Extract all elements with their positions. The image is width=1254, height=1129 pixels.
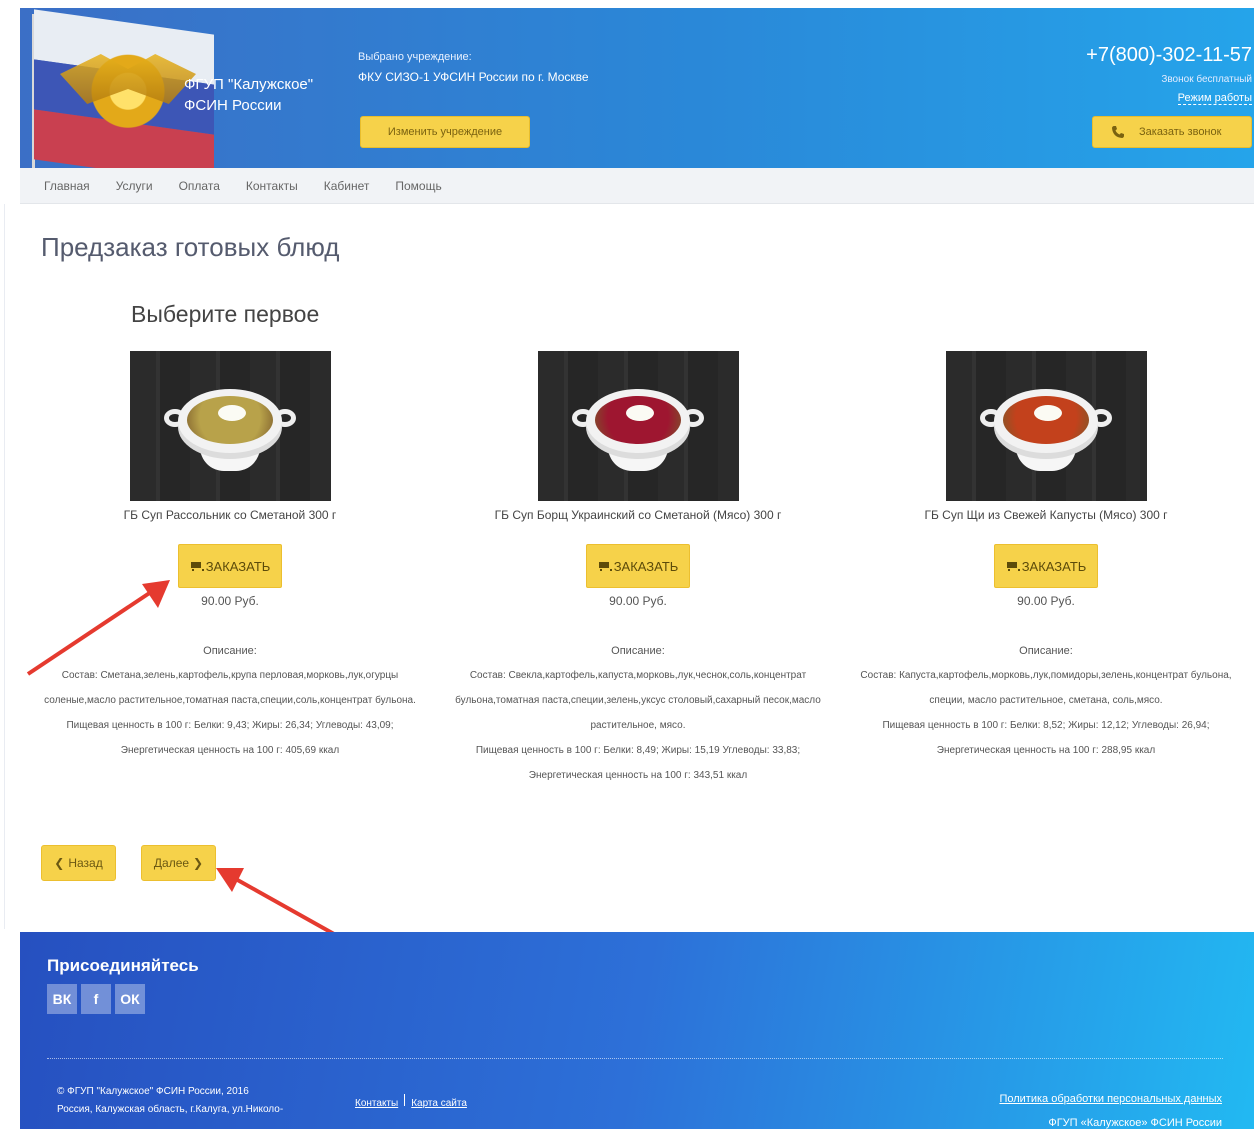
chevron-left-icon: ❮ (54, 856, 65, 870)
main-nav: Главная Услуги Оплата Контакты Кабинет П… (20, 168, 1254, 204)
org-name-line2: ФСИН России (184, 97, 282, 114)
footer-divider (47, 1058, 1223, 1059)
free-call-note: Звонок бесплатный (1161, 74, 1252, 85)
page-title: Предзаказ готовых блюд (41, 232, 340, 262)
link-separator (404, 1094, 406, 1106)
dish-description: Состав: Свекла,картофель,капуста,морковь… (438, 663, 838, 788)
dish-nutrition: Пищевая ценность в 100 г: Белки: 8,49; Ж… (475, 745, 801, 756)
order-call-label: Заказать звонок (1139, 126, 1222, 138)
order-button-label: ЗАКАЗАТЬ (1021, 558, 1087, 574)
dish-card: ГБ Суп Рассольник со Сметаной 300 г ЗАКА… (30, 351, 430, 763)
phone-icon (1112, 126, 1124, 138)
dish-card: ГБ Суп Щи из Свежей Капусты (Мясо) 300 г… (846, 351, 1246, 763)
nav-item-home[interactable]: Главная (44, 179, 90, 193)
nav-item-contacts[interactable]: Контакты (246, 179, 298, 193)
org-name[interactable]: ФГУП "Калужское" ФСИН России (184, 74, 313, 116)
vk-icon[interactable]: ВК (47, 984, 77, 1014)
soup-bowl-image (164, 389, 296, 475)
annotation-arrow-icon (216, 868, 335, 936)
nav-item-help[interactable]: Помощь (395, 179, 441, 193)
dish-photo[interactable] (129, 351, 331, 501)
privacy-policy-link[interactable]: Политика обработки персональных данных (999, 1093, 1222, 1105)
dish-energy: Энергетическая ценность на 100 г: 343,51… (528, 770, 748, 781)
social-links: ВК f ОК (47, 984, 145, 1014)
org-name-line1: ФГУП "Калужское" (184, 76, 314, 93)
section-title: Выберите первое (131, 301, 320, 327)
institution-label: Выбрано учреждение: (358, 51, 472, 63)
next-button-label: Далее (153, 856, 190, 870)
odnoklassniki-icon[interactable]: ОК (115, 984, 145, 1014)
footer-links: Контакты Карта сайта (355, 1094, 467, 1109)
dish-card: ГБ Суп Борщ Украинский со Сметаной (Мясо… (438, 351, 838, 788)
description-label: Описание: (1019, 645, 1073, 657)
dish-price: 90.00 Руб. (609, 594, 667, 608)
dish-name[interactable]: ГБ Суп Рассольник со Сметаной 300 г (30, 508, 430, 522)
dish-composition: Состав: Капуста,картофель,морковь,лук,по… (860, 670, 1232, 706)
dish-name[interactable]: ГБ Суп Щи из Свежей Капусты (Мясо) 300 г (846, 508, 1246, 522)
order-button-label: ЗАКАЗАТЬ (205, 558, 271, 574)
dish-photo[interactable] (537, 351, 739, 501)
dish-name[interactable]: ГБ Суп Борщ Украинский со Сметаной (Мясо… (438, 508, 838, 522)
dish-nutrition: Пищевая ценность в 100 г: Белки: 9,43; Ж… (66, 720, 394, 731)
phone-number[interactable]: +7(800)-302-11-57 (1086, 44, 1252, 67)
description-label: Описание: (203, 645, 257, 657)
content-left-border (4, 204, 5, 929)
join-heading: Присоединяйтесь (47, 956, 199, 975)
change-institution-button[interactable]: Изменить учреждение (360, 116, 530, 148)
dish-nutrition: Пищевая ценность в 100 г: Белки: 8,52; Ж… (882, 720, 1210, 731)
order-button[interactable]: ЗАКАЗАТЬ (586, 544, 690, 588)
dish-description: Состав: Капуста,картофель,морковь,лук,по… (846, 663, 1246, 763)
copyright-line2: Россия, Калужская область, г.Калуга, ул.… (57, 1104, 284, 1115)
dish-price: 90.00 Руб. (201, 594, 259, 608)
nav-item-cabinet[interactable]: Кабинет (324, 179, 370, 193)
fsin-emblem-icon (80, 48, 176, 144)
soup-bowl-image (980, 389, 1112, 475)
back-button[interactable]: ❮ Назад (41, 845, 116, 881)
site-header: ФГУП "Калужское" ФСИН России Выбрано учр… (20, 8, 1254, 173)
description-label: Описание: (611, 645, 665, 657)
order-button-label: ЗАКАЗАТЬ (613, 558, 679, 574)
cart-icon (190, 561, 204, 571)
order-call-button[interactable]: Заказать звонок (1092, 116, 1252, 148)
dish-composition: Состав: Свекла,картофель,капуста,морковь… (455, 670, 821, 731)
soup-bowl-image (572, 389, 704, 475)
cart-icon (598, 561, 612, 571)
facebook-icon[interactable]: f (81, 984, 111, 1014)
footer-link-contacts[interactable]: Контакты (355, 1098, 398, 1109)
chevron-right-icon: ❯ (193, 856, 204, 870)
nav-item-services[interactable]: Услуги (116, 179, 153, 193)
dish-composition: Состав: Сметана,зелень,картофель,крупа п… (44, 670, 416, 706)
footer-org-name: ФГУП «Калужское» ФСИН России (1048, 1117, 1222, 1129)
dish-description: Состав: Сметана,зелень,картофель,крупа п… (30, 663, 430, 763)
dish-energy: Энергетическая ценность на 100 г: 288,95… (936, 745, 1156, 756)
copyright-line1: © ФГУП "Калужское" ФСИН России, 2016 (57, 1086, 249, 1097)
footer-link-sitemap[interactable]: Карта сайта (411, 1098, 467, 1109)
copyright: © ФГУП "Калужское" ФСИН России, 2016 Рос… (57, 1083, 283, 1119)
dish-photo[interactable] (945, 351, 1147, 501)
institution-value: ФКУ СИЗО-1 УФСИН России по г. Москве (358, 70, 589, 84)
order-button[interactable]: ЗАКАЗАТЬ (994, 544, 1098, 588)
order-button[interactable]: ЗАКАЗАТЬ (178, 544, 282, 588)
cart-icon (1006, 561, 1020, 571)
back-button-label: Назад (68, 856, 103, 870)
dish-energy: Энергетическая ценность на 100 г: 405,69… (120, 745, 340, 756)
nav-item-payment[interactable]: Оплата (179, 179, 220, 193)
next-button[interactable]: Далее ❯ (141, 845, 216, 881)
dish-price: 90.00 Руб. (1017, 594, 1075, 608)
work-mode-link[interactable]: Режим работы (1177, 92, 1252, 105)
site-footer: Присоединяйтесь ВК f ОК © ФГУП "Калужско… (20, 932, 1254, 1129)
